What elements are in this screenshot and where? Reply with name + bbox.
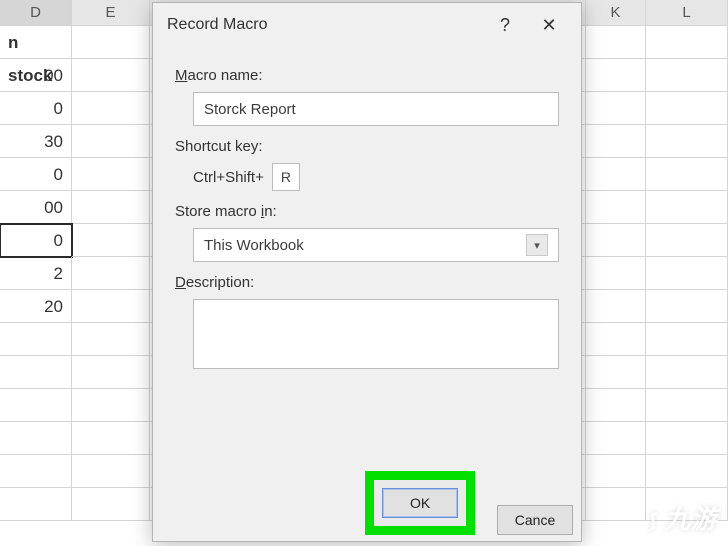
column-header-D[interactable]: D (0, 0, 72, 25)
description-input[interactable] (193, 299, 559, 369)
store-macro-label: Store macro in: (175, 203, 559, 220)
macro-name-label: Macro name: (175, 67, 559, 84)
store-macro-select[interactable]: This Workbook ▾ (193, 228, 559, 262)
cell-value[interactable]: 0 (0, 92, 72, 125)
close-button[interactable]: ✕ (527, 3, 571, 47)
cell-value[interactable]: 20 (0, 290, 72, 323)
cell-value[interactable]: 2 (0, 257, 72, 290)
cell-value[interactable]: 00 (0, 191, 72, 224)
cancel-button[interactable]: Cance (497, 505, 573, 535)
watermark-logo: ⟆ 九游 (647, 499, 718, 536)
column-header-E[interactable]: E (72, 0, 150, 25)
cell-value[interactable]: 0 (0, 158, 72, 191)
store-macro-value: This Workbook (204, 237, 526, 254)
column-header-L[interactable]: L (646, 0, 728, 25)
help-button[interactable]: ? (483, 3, 527, 47)
shortcut-key-label: Shortcut key: (175, 138, 559, 155)
macro-name-input[interactable]: Storck Report (193, 92, 559, 126)
cell-value[interactable]: 00 (0, 59, 72, 92)
dialog-title: Record Macro (167, 16, 483, 34)
ok-button[interactable]: OK (382, 488, 458, 518)
cell-active[interactable]: 0 (0, 224, 72, 257)
cell-value[interactable]: 30 (0, 125, 72, 158)
ok-highlight: OK (365, 471, 475, 535)
shortcut-key-input[interactable]: R (272, 163, 300, 191)
column-header-K[interactable]: K (586, 0, 646, 25)
dialog-titlebar: Record Macro ? ✕ (153, 3, 581, 47)
chevron-down-icon[interactable]: ▾ (526, 234, 548, 256)
description-label: Description: (175, 274, 559, 291)
record-macro-dialog: Record Macro ? ✕ Macro name: Storck Repo… (152, 2, 582, 542)
shortcut-prefix: Ctrl+Shift+ (193, 169, 264, 186)
cell-header[interactable]: n stock (0, 26, 72, 59)
